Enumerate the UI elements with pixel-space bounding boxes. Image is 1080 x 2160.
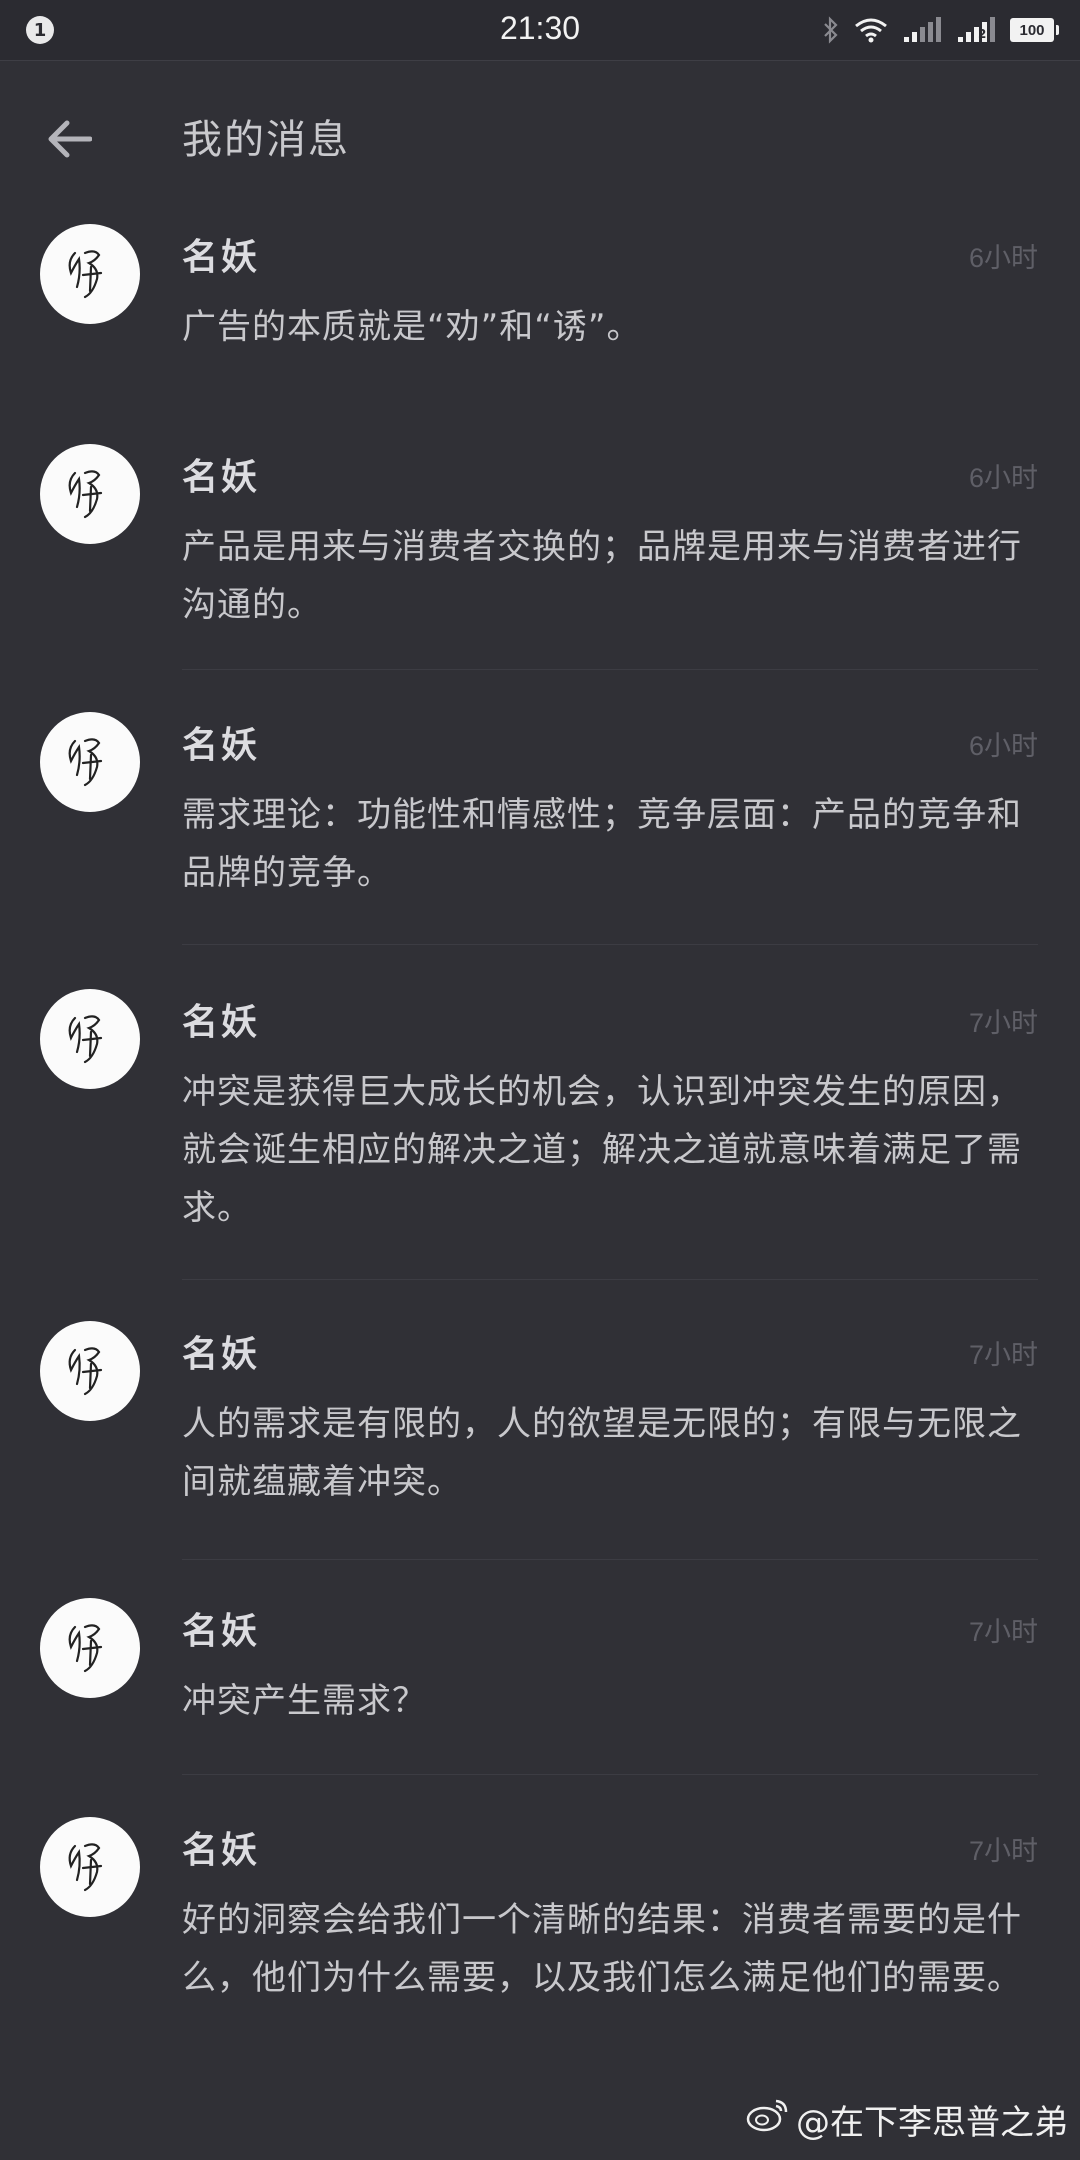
avatar[interactable] [40,1321,140,1421]
signal-icon-sim2: 2 [956,17,996,43]
avatar[interactable] [40,712,140,812]
watermark-text: @在下李思普之弟 [796,2103,1068,2143]
message-sender: 名妖 [182,1611,261,1652]
message-text: 广告的本质就是“劝”和“诱”。 [182,307,642,347]
message-time: 7小时 [968,1340,1038,1370]
message-sender: 名妖 [182,1830,261,1871]
message-time: 6小时 [968,463,1038,493]
avatar[interactable] [40,1598,140,1698]
message-time: 7小时 [968,1008,1038,1038]
bluetooth-icon [822,16,840,44]
sim2-label: 2 [978,27,987,41]
page-title: 我的消息 [182,117,350,163]
message-time: 7小时 [968,1836,1038,1866]
message-time: 6小时 [968,731,1038,761]
message-text: 人的需求是有限的，人的欲望是无限的；有限与无限之间就蕴藏着冲突。 [182,1404,1022,1502]
weibo-icon [746,2097,790,2142]
message-list: 名妖 6小时 广告的本质就是“劝”和“诱”。 名妖 6小时 产品是用来与消费者交… [0,200,1080,2095]
message-text: 需求理论：功能性和情感性；竞争层面：产品的竞争和品牌的竞争。 [182,795,1022,893]
message-item[interactable]: 名妖 7小时 人的需求是有限的，人的欲望是无限的；有限与无限之间就蕴藏着冲突。 [0,1280,1080,1560]
battery-icon: 100 [1010,18,1059,42]
message-sender: 名妖 [182,457,261,498]
avatar[interactable] [40,989,140,1089]
app-header: 我的消息 [0,61,1080,201]
avatar[interactable] [40,224,140,324]
message-text: 冲突产生需求？ [182,1681,427,1721]
signal-icon [902,17,942,43]
watermark: @在下李思普之弟 [746,2095,1068,2144]
message-item[interactable]: 名妖 6小时 需求理论：功能性和情感性；竞争层面：产品的竞争和品牌的竞争。 [0,670,1080,945]
message-sender: 名妖 [182,1002,261,1043]
avatar[interactable] [40,444,140,544]
back-button[interactable] [30,101,110,181]
message-sender: 名妖 [182,237,261,278]
message-item[interactable]: 名妖 6小时 产品是用来与消费者交换的；品牌是用来与消费者进行沟通的。 [0,400,1080,670]
message-time: 7小时 [968,1617,1038,1647]
avatar[interactable] [40,1817,140,1917]
message-item[interactable]: 名妖 7小时 冲突是获得巨大成长的机会，认识到冲突发生的原因，就会诞生相应的解决… [0,945,1080,1280]
status-bar: 1 21:30 2 100 [0,0,1080,61]
status-icons: 2 100 [822,14,1059,46]
back-arrow-icon [48,120,93,162]
message-time: 6小时 [968,243,1038,273]
message-item[interactable]: 名妖 6小时 广告的本质就是“劝”和“诱”。 [0,200,1080,400]
message-item[interactable]: 名妖 7小时 冲突产生需求？ [0,1560,1080,1775]
message-item[interactable]: 名妖 7小时 好的洞察会给我们一个清晰的结果：消费者需要的是什么，他们为什么需要… [0,1775,1080,2095]
message-text: 冲突是获得巨大成长的机会，认识到冲突发生的原因，就会诞生相应的解决之道；解决之道… [182,1072,1022,1228]
message-text: 产品是用来与消费者交换的；品牌是用来与消费者进行沟通的。 [182,527,1022,625]
message-text: 好的洞察会给我们一个清晰的结果：消费者需要的是什么，他们为什么需要，以及我们怎么… [182,1900,1022,1998]
message-sender: 名妖 [182,1334,261,1375]
message-sender: 名妖 [182,725,261,766]
wifi-icon [854,17,888,43]
